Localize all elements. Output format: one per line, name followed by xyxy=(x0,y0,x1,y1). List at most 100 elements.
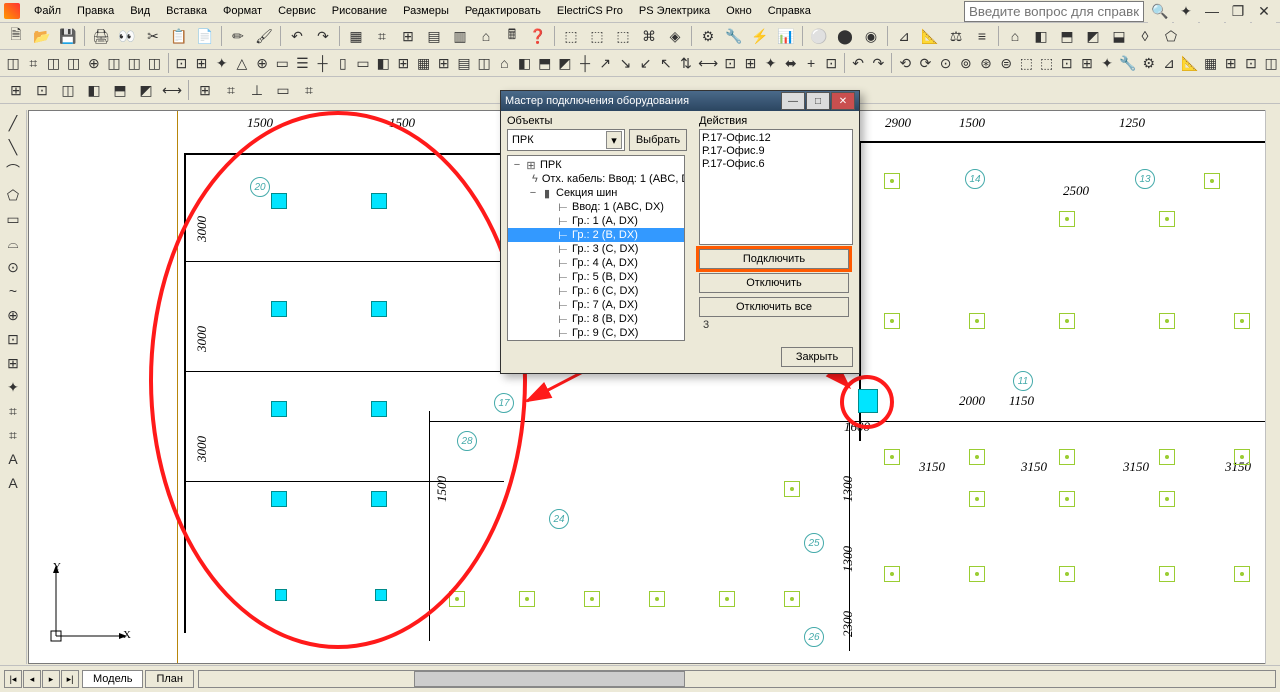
toolbar-button[interactable]: ◧ xyxy=(515,51,533,75)
toolbar-button[interactable]: ⊞ xyxy=(741,51,759,75)
toolbar-button[interactable]: 💾 xyxy=(56,24,80,48)
toolbar-button[interactable]: 🔧 xyxy=(722,24,746,48)
connect-button[interactable]: Подключить xyxy=(699,249,849,269)
toolbar-button[interactable]: ⊡ xyxy=(1058,51,1076,75)
toolbar-button[interactable]: + xyxy=(802,51,820,75)
toolbar-button[interactable]: ☰ xyxy=(293,51,311,75)
toolbar-button[interactable]: ⚙ xyxy=(696,24,720,48)
device[interactable] xyxy=(1234,313,1250,329)
toolbar-button[interactable]: ◫ xyxy=(125,51,143,75)
toolbar-button[interactable]: ⟳ xyxy=(916,51,934,75)
menu-insert[interactable]: Вставка xyxy=(158,2,215,20)
list-item[interactable]: Р.17-Офис.9 xyxy=(702,145,850,158)
draw-tool-button[interactable]: ⌗ xyxy=(1,400,25,422)
toolbar-button[interactable]: ▭ xyxy=(354,51,372,75)
toolbar-button[interactable]: 📂 xyxy=(30,24,54,48)
device[interactable] xyxy=(1059,211,1075,227)
toolbar-button[interactable]: 🖨 xyxy=(89,24,113,48)
device[interactable] xyxy=(1159,491,1175,507)
device[interactable] xyxy=(1159,211,1175,227)
disconnect-all-button[interactable]: Отключить все xyxy=(699,297,849,317)
tree-item[interactable]: −▮Секция шин xyxy=(508,186,684,200)
tab-model[interactable]: Модель xyxy=(82,670,143,688)
toolbar-button[interactable]: ◫ xyxy=(105,51,123,75)
select-button[interactable]: Выбрать xyxy=(629,129,687,151)
toolbar-button[interactable]: ⌗ xyxy=(297,78,321,102)
draw-tool-button[interactable]: ⊕ xyxy=(1,304,25,326)
toolbar-button[interactable]: ▭ xyxy=(271,78,295,102)
toolbar-button[interactable]: ⚡ xyxy=(748,24,772,48)
toolbar-button[interactable]: ↶ xyxy=(849,51,867,75)
toolbar-button[interactable]: ✦ xyxy=(762,51,780,75)
toolbar-button[interactable]: ⬚ xyxy=(1017,51,1035,75)
toolbar-button[interactable]: ⊙ xyxy=(937,51,955,75)
tree-item[interactable]: ⊢Гр.: 2 (B, DX) xyxy=(508,228,684,242)
toolbar-button[interactable]: ⚪ xyxy=(807,24,831,48)
toolbar-button[interactable]: ⌂ xyxy=(474,24,498,48)
toolbar-button[interactable]: ◉ xyxy=(859,24,883,48)
menu-dims[interactable]: Размеры xyxy=(395,2,457,20)
device[interactable] xyxy=(1159,313,1175,329)
toolbar-button[interactable]: ⚙ xyxy=(1140,51,1158,75)
device[interactable] xyxy=(884,173,900,189)
tree-item[interactable]: ⊢Гр.: 6 (C, DX) xyxy=(508,284,684,298)
device[interactable] xyxy=(1159,566,1175,582)
device[interactable] xyxy=(969,313,985,329)
toolbar-button[interactable]: ⊛ xyxy=(977,51,995,75)
vertical-scrollbar[interactable] xyxy=(1265,110,1280,664)
tree-item[interactable]: ⊢Гр.: 1 (A, DX) xyxy=(508,214,684,228)
menu-edit2[interactable]: Редактировать xyxy=(457,2,549,20)
close-icon[interactable]: ✕ xyxy=(831,92,855,110)
horizontal-scrollbar[interactable] xyxy=(198,670,1276,688)
device[interactable] xyxy=(1059,491,1075,507)
toolbar-button[interactable]: ⬓ xyxy=(1107,24,1131,48)
toolbar-button[interactable]: ◩ xyxy=(556,51,574,75)
device[interactable] xyxy=(884,313,900,329)
toolbar-button[interactable]: ⌂ xyxy=(495,51,513,75)
toolbar-button[interactable]: 🔧 xyxy=(1118,51,1137,75)
toolbar-button[interactable]: ▯ xyxy=(334,51,352,75)
actions-list[interactable]: Р.17-Офис.12Р.17-Офис.9Р.17-Офис.6 xyxy=(699,129,853,245)
toolbar-button[interactable]: ⊡ xyxy=(30,78,54,102)
tab-nav[interactable]: |◂◂▸▸| xyxy=(4,670,80,688)
toolbar-button[interactable]: ✏ xyxy=(226,24,250,48)
toolbar-button[interactable]: ↗ xyxy=(596,51,614,75)
toolbar-button[interactable]: ↷ xyxy=(311,24,335,48)
menu-view[interactable]: Вид xyxy=(122,2,158,20)
search-icon[interactable]: 🔍 xyxy=(1148,0,1172,23)
device[interactable] xyxy=(584,591,600,607)
toolbar-button[interactable]: ┼ xyxy=(576,51,594,75)
toolbar-button[interactable]: ⌘ xyxy=(637,24,661,48)
help-search-input[interactable] xyxy=(964,1,1144,22)
toolbar-button[interactable]: 🖌 xyxy=(252,24,276,48)
toolbar-button[interactable]: 🗎 xyxy=(4,24,28,48)
toolbar-button[interactable]: 📊 xyxy=(774,24,798,48)
toolbar-button[interactable]: ┼ xyxy=(314,51,332,75)
close-button[interactable]: Закрыть xyxy=(781,347,853,367)
draw-tool-button[interactable]: A xyxy=(1,472,25,494)
toolbar-button[interactable]: ◫ xyxy=(4,51,22,75)
dialog-titlebar[interactable]: Мастер подключения оборудования — □ ✕ xyxy=(501,91,859,111)
toolbar-button[interactable]: ⊚ xyxy=(957,51,975,75)
toolbar-button[interactable]: ⌗ xyxy=(219,78,243,102)
toolbar-button[interactable]: ↙ xyxy=(637,51,655,75)
toolbar-button[interactable]: ≡ xyxy=(970,24,994,48)
draw-tool-button[interactable]: ⌓ xyxy=(1,232,25,254)
toolbar-button[interactable]: ▤ xyxy=(422,24,446,48)
toolbar-button[interactable]: ⟲ xyxy=(896,51,914,75)
menu-format[interactable]: Формат xyxy=(215,2,270,20)
toolbar-button[interactable]: ◫ xyxy=(44,51,62,75)
toolbar-button[interactable]: ⊡ xyxy=(721,51,739,75)
device[interactable] xyxy=(969,449,985,465)
toolbar-button[interactable]: ⬌ xyxy=(782,51,800,75)
toolbar-button[interactable]: ◫ xyxy=(65,51,83,75)
tree-item[interactable]: ⊢Гр.: 8 (B, DX) xyxy=(508,312,684,326)
device[interactable] xyxy=(719,591,735,607)
toolbar-button[interactable]: ⟷ xyxy=(697,51,719,75)
device[interactable] xyxy=(1059,313,1075,329)
toolbar-button[interactable]: ⌂ xyxy=(1003,24,1027,48)
maximize-icon[interactable]: □ xyxy=(806,92,830,110)
toolbar-button[interactable]: ⊡ xyxy=(822,51,840,75)
toolbar-button[interactable]: ⊥ xyxy=(245,78,269,102)
toolbar-button[interactable]: 📋 xyxy=(167,24,191,48)
